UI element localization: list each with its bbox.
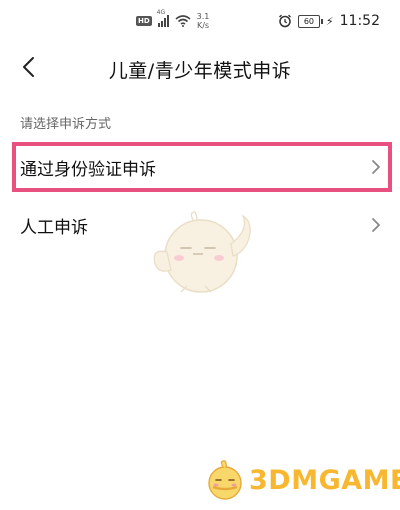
status-time: 11:52: [339, 13, 380, 29]
chevron-right-icon: [364, 213, 388, 237]
watermark: 3DMGAME: [205, 458, 400, 502]
option-label: 通过身份验证申诉: [20, 159, 156, 180]
network-speed: 3.1 K/s: [197, 12, 210, 30]
chick-logo-icon: [208, 460, 242, 500]
watermark-text: 3DMGAME: [249, 464, 400, 496]
option-identity-verification[interactable]: 通过身份验证申诉: [12, 142, 392, 192]
battery-icon: 60: [297, 14, 323, 28]
network-tag: 4G: [156, 9, 166, 16]
alarm-clock-icon: [278, 14, 291, 28]
mascot-illustration: [153, 211, 251, 293]
charging-icon: ⚡: [325, 14, 334, 28]
chevron-right-icon: [364, 155, 388, 179]
section-caption: 请选择申诉方式: [20, 117, 112, 132]
cell-signal-icon: 4G: [157, 9, 169, 27]
page-title: 儿童/青少年模式申诉: [108, 60, 292, 82]
speed-value: 3.1: [196, 12, 210, 21]
nav-bar: 儿童/青少年模式申诉: [0, 42, 400, 92]
status-bar-right: 60 ⚡ 11:52: [278, 12, 380, 30]
speed-unit: K/s: [196, 21, 210, 30]
wifi-icon: [175, 15, 191, 27]
status-bar: HD 4G 3.1 K/s 60 ⚡ 11:52: [0, 0, 400, 42]
battery-level: 60: [303, 16, 314, 26]
status-bar-left: HD 4G 3.1 K/s: [136, 9, 210, 30]
hd-badge: HD: [136, 16, 152, 26]
